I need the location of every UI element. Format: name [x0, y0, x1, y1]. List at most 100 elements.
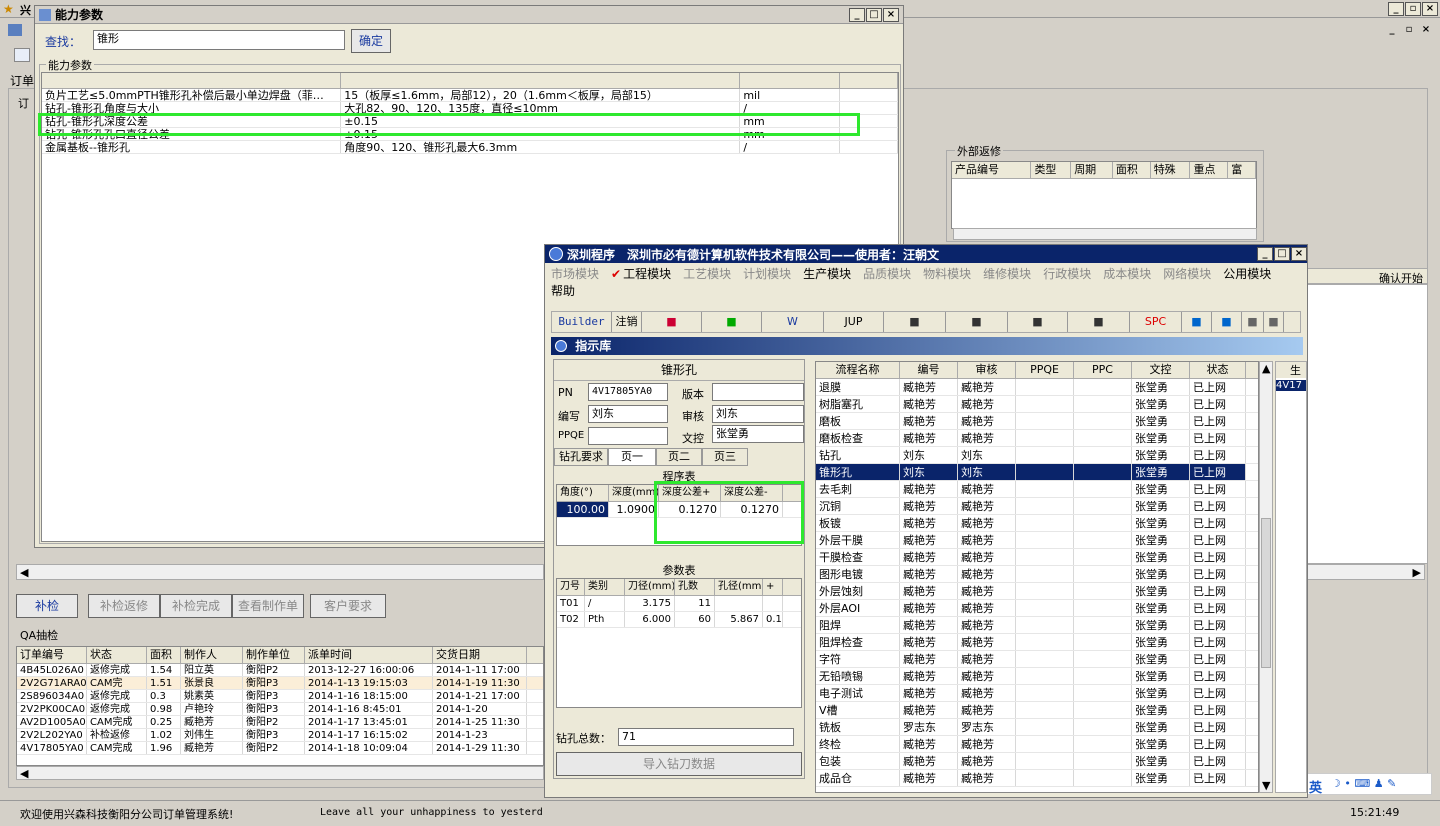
prog-col-header[interactable]: 深度(mm): [609, 485, 659, 501]
action-button[interactable]: 查看制作单: [232, 594, 304, 618]
nl-minimize-button[interactable]: _: [849, 8, 865, 22]
nl-row[interactable]: 钻孔-锥形孔孔口直径公差 ±0.15 mm: [42, 128, 898, 141]
toolbar-button[interactable]: SPC: [1130, 312, 1182, 332]
sz-maximize-button[interactable]: □: [1274, 247, 1290, 261]
bg-tab-order[interactable]: 订单: [10, 72, 34, 89]
param-col-header[interactable]: 类别: [585, 579, 625, 595]
tab[interactable]: 钻孔要求: [554, 448, 608, 466]
menu-item[interactable]: 市场模块: [551, 267, 599, 281]
flow-row[interactable]: 铣板 罗志东 罗志东 张堂勇 已上网: [816, 719, 1258, 736]
mdi-restore-button[interactable]: ▫: [1401, 24, 1417, 38]
bg-toolbar-icon[interactable]: [14, 48, 30, 62]
total-field[interactable]: 71: [618, 728, 794, 746]
qa-col-header[interactable]: 状态: [87, 647, 147, 663]
toolbar-button[interactable]: W: [762, 312, 824, 332]
flow-row[interactable]: 阻焊检查 臧艳芳 臧艳芳 张堂勇 已上网: [816, 634, 1258, 651]
qa-col-header[interactable]: 派单时间: [305, 647, 433, 663]
restore-button[interactable]: ▫: [1405, 2, 1421, 16]
flow-row[interactable]: 磨板检查 臧艳芳 臧艳芳 张堂勇 已上网: [816, 430, 1258, 447]
prog-cell[interactable]: 0.1270: [721, 502, 783, 517]
flow-row[interactable]: 外层干膜 臧艳芳 臧艳芳 张堂勇 已上网: [816, 532, 1258, 549]
flow-row[interactable]: 电子测试 臧艳芳 臧艳芳 张堂勇 已上网: [816, 685, 1258, 702]
menu-item[interactable]: 成本模块: [1103, 267, 1151, 281]
external-repair-scroll[interactable]: [953, 228, 1257, 240]
nl-row[interactable]: 金属基板--锥形孔 角度90、120、锥形孔最大6.3mm /: [42, 141, 898, 154]
nl-row[interactable]: 钻孔-锥形孔角度与大小 大孔82、90、120、135度，直径≤10mm /: [42, 102, 898, 115]
nl-maximize-button[interactable]: □: [866, 8, 882, 22]
param-col-header[interactable]: 刀径(mm): [625, 579, 675, 595]
flow-row[interactable]: 钻孔 刘东 刘东 张堂勇 已上网: [816, 447, 1258, 464]
close-button[interactable]: ×: [1422, 2, 1438, 16]
flow-col-header[interactable]: PPQE: [1016, 362, 1074, 378]
ok-button[interactable]: 确定: [351, 29, 391, 53]
ppqe-field[interactable]: [588, 427, 668, 445]
tab[interactable]: 页三: [702, 448, 748, 466]
toolbar-icon[interactable]: ■: [1212, 312, 1242, 332]
flow-row[interactable]: V槽 臧艳芳 臧艳芳 张堂勇 已上网: [816, 702, 1258, 719]
nl-close-button[interactable]: ×: [883, 8, 899, 22]
menu-item[interactable]: 生产模块: [803, 267, 851, 281]
toolbar-button[interactable]: JUP: [824, 312, 884, 332]
ime-tools-icon[interactable]: ☽ • ⌨ ♟ ✎: [1331, 777, 1396, 790]
flow-row[interactable]: 成品仓 臧艳芳 臧艳芳 张堂勇 已上网: [816, 770, 1258, 787]
flow-row[interactable]: 去毛刺 臧艳芳 臧艳芳 张堂勇 已上网: [816, 481, 1258, 498]
side-value[interactable]: 4V17: [1276, 380, 1306, 391]
qa-row[interactable]: 2V2L202YA0 补检返修 1.02 刘伟生 衡阳P3 2014-1-17 16:15…: [17, 729, 543, 742]
flow-row[interactable]: 外层AOI 臧艳芳 臧艳芳 张堂勇 已上网: [816, 600, 1258, 617]
toolbar-icon[interactable]: ■: [946, 312, 1008, 332]
toolbar-icon[interactable]: ■: [1264, 312, 1284, 332]
toolbar-icon[interactable]: ■: [884, 312, 946, 332]
qa-col-header[interactable]: 面积: [147, 647, 181, 663]
check-field[interactable]: 刘东: [712, 405, 804, 423]
toolbar-icon[interactable]: ■: [1008, 312, 1068, 332]
flow-row[interactable]: 退膜 臧艳芳 臧艳芳 张堂勇 已上网: [816, 379, 1258, 396]
param-row[interactable]: T01/3.175 11: [557, 596, 801, 612]
flow-row[interactable]: 磨板 臧艳芳 臧艳芳 张堂勇 已上网: [816, 413, 1258, 430]
pn-field[interactable]: 4V17805YA0: [588, 383, 668, 401]
qa-col-header[interactable]: 交货日期: [433, 647, 527, 663]
action-button[interactable]: 补检返修: [88, 594, 160, 618]
action-button[interactable]: 补检: [16, 594, 78, 618]
qa-row[interactable]: 4V17805YA0 CAM完成 1.96 臧艳芳 衡阳P2 2014-1-18 10:0…: [17, 742, 543, 755]
param-row[interactable]: T02 Pth 6.000 60 5.867 0.1: [557, 612, 801, 628]
ext-col-header[interactable]: 特殊: [1151, 162, 1191, 178]
toolbar-icon[interactable]: ■: [1242, 312, 1264, 332]
sz-minimize-button[interactable]: _: [1257, 247, 1273, 261]
nl-row[interactable]: 钻孔-锥形孔深度公差 ±0.15 mm: [42, 115, 898, 128]
qa-row[interactable]: 2V2PK00CA0 返修完成 0.98 卢艳玲 衡阳P3 2014-1-16 8:45:…: [17, 703, 543, 716]
ime-lang[interactable]: 英: [1309, 777, 1322, 796]
flow-col-header[interactable]: 状态: [1190, 362, 1246, 378]
toolbar-icon[interactable]: ■: [1182, 312, 1212, 332]
flow-row[interactable]: 树脂塞孔 臧艳芳 臧艳芳 张堂勇 已上网: [816, 396, 1258, 413]
param-col-header[interactable]: +: [763, 579, 783, 595]
flow-col-header[interactable]: PPC: [1074, 362, 1132, 378]
prog-col-header[interactable]: 角度(°): [557, 485, 609, 501]
flow-row[interactable]: 锥形孔 刘东 刘东 张堂勇 已上网: [816, 464, 1258, 481]
ext-col-header[interactable]: 类型: [1031, 162, 1072, 178]
prog-col-header[interactable]: 深度公差-: [721, 485, 783, 501]
menu-item[interactable]: 品质模块: [863, 267, 911, 281]
flow-row[interactable]: 板镀 臧艳芳 臧艳芳 张堂勇 已上网: [816, 515, 1258, 532]
flow-row[interactable]: 字符 臧艳芳 臧艳芳 张堂勇 已上网: [816, 651, 1258, 668]
prog-cell[interactable]: 0.1270: [659, 502, 721, 517]
import-drill-button[interactable]: 导入钻刀数据: [556, 752, 802, 776]
qa-col-header[interactable]: 订单编号: [17, 647, 87, 663]
qa-row[interactable]: 2V2G71ARA0 CAM完 1.51 张景良 衡阳P3 2014-1-13 19:15…: [17, 677, 543, 690]
flow-vscroll[interactable]: ▲ ▼: [1259, 361, 1273, 793]
prog-col-header[interactable]: 深度公差+: [659, 485, 721, 501]
param-col-header[interactable]: 刀号: [557, 579, 585, 595]
toolbar-icon[interactable]: ■: [642, 312, 702, 332]
qa-col-header[interactable]: 制作单位: [243, 647, 305, 663]
qa-row[interactable]: AV2D1005A0 CAM完成 0.25 臧艳芳 衡阳P2 2014-1-17 13:4…: [17, 716, 543, 729]
flow-col-header[interactable]: 文控: [1132, 362, 1190, 378]
minimize-button[interactable]: _: [1388, 2, 1404, 16]
ext-col-header[interactable]: 富: [1228, 162, 1256, 178]
flow-col-header[interactable]: 流程名称: [816, 362, 900, 378]
prog-cell[interactable]: 1.0900: [609, 502, 659, 517]
flow-col-header[interactable]: 编号: [900, 362, 958, 378]
toolbar-button[interactable]: Builder: [552, 312, 612, 332]
menu-item[interactable]: 维修模块: [983, 267, 1031, 281]
ext-col-header[interactable]: 产品编号: [952, 162, 1032, 178]
flow-row[interactable]: 阻焊 臧艳芳 臧艳芳 张堂勇 已上网: [816, 617, 1258, 634]
flow-row[interactable]: 图形电镀 臧艳芳 臧艳芳 张堂勇 已上网: [816, 566, 1258, 583]
